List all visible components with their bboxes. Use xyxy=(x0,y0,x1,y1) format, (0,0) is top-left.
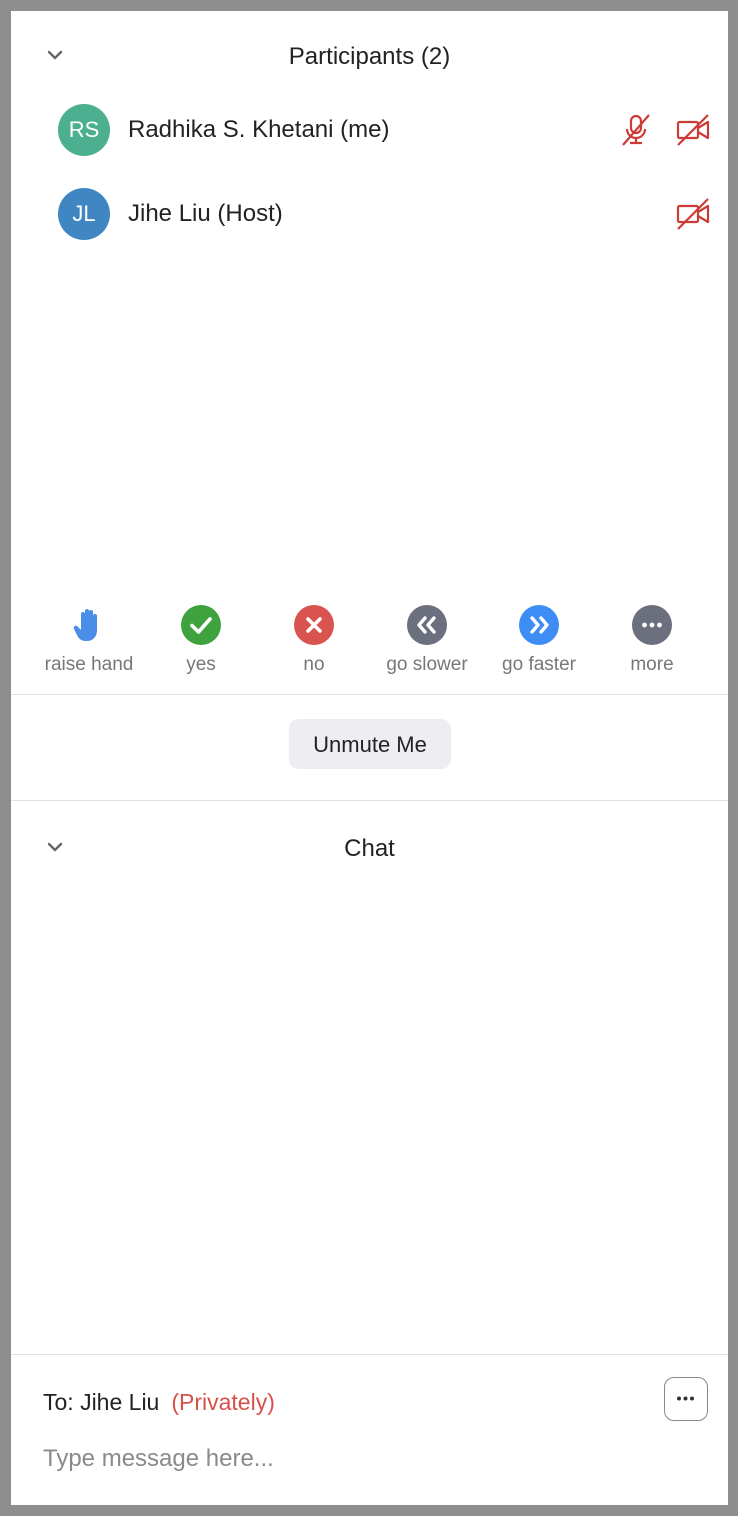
avatar: RS xyxy=(58,104,110,156)
chat-header[interactable]: Chat xyxy=(11,823,728,883)
more-dots-icon xyxy=(677,1396,694,1401)
raised-hand-icon xyxy=(73,609,97,641)
participant-row-jihe[interactable]: JL Jihe Liu (Host) xyxy=(11,179,728,249)
x-icon xyxy=(294,605,334,645)
rewind-icon xyxy=(407,605,447,645)
checkmark-icon xyxy=(181,605,221,645)
chat-more-button[interactable] xyxy=(664,1377,708,1421)
more-dots-icon xyxy=(632,605,672,645)
participant-row-radhika[interactable]: RS Radhika S. Khetani (me) xyxy=(11,95,728,165)
yes-button[interactable]: yes xyxy=(145,599,257,691)
reaction-label: no xyxy=(303,654,325,675)
chat-message-input[interactable] xyxy=(43,1439,643,1479)
video-off-icon[interactable] xyxy=(675,112,711,148)
reaction-label: yes xyxy=(186,654,216,675)
participants-title: Participants (2) xyxy=(288,43,451,70)
reaction-label: go faster xyxy=(502,654,576,675)
go-faster-button[interactable]: go faster xyxy=(483,599,595,691)
raise-hand-button[interactable]: raise hand xyxy=(33,599,145,691)
more-reactions-button[interactable]: more xyxy=(596,599,708,691)
privately-label: (Privately) xyxy=(171,1389,275,1415)
video-off-icon[interactable] xyxy=(675,196,711,232)
divider xyxy=(11,1354,728,1355)
divider xyxy=(11,694,728,695)
muted-mic-icon[interactable] xyxy=(618,112,654,148)
participant-name: Jihe Liu (Host) xyxy=(128,200,283,227)
meeting-sidebar-panel: Participants (2) RS Radhika S. Khetani (… xyxy=(11,11,728,1505)
no-button[interactable]: no xyxy=(258,599,370,691)
reaction-label: raise hand xyxy=(44,654,134,675)
reaction-label: go slower xyxy=(386,654,468,675)
fast-forward-icon xyxy=(519,605,559,645)
participants-header[interactable]: Participants (2) xyxy=(11,21,728,81)
unmute-me-button[interactable]: Unmute Me xyxy=(289,719,451,769)
go-slower-button[interactable]: go slower xyxy=(371,599,483,691)
avatar: JL xyxy=(58,188,110,240)
chat-title: Chat xyxy=(344,835,395,862)
divider xyxy=(11,800,728,801)
nonverbal-feedback-bar: raise hand yes no go slower go faster mo… xyxy=(11,599,728,691)
participant-name: Radhika S. Khetani (me) xyxy=(128,116,390,143)
recipient-label: To: Jihe Liu xyxy=(43,1389,160,1415)
reaction-label: more xyxy=(630,654,674,675)
chat-recipient-selector[interactable]: To: Jihe Liu (Privately) xyxy=(43,1389,275,1416)
